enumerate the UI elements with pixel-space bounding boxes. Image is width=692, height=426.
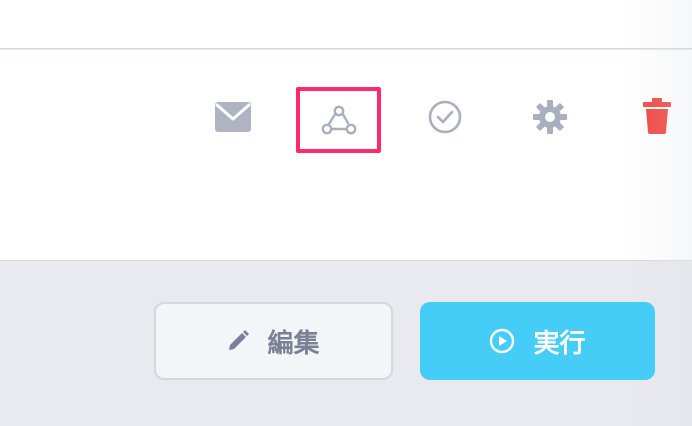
pencil-icon — [227, 330, 250, 352]
run-button[interactable]: 実行 — [420, 302, 655, 380]
trash-icon — [643, 98, 671, 134]
delete-button[interactable] — [636, 94, 678, 138]
mail-button[interactable] — [212, 96, 254, 138]
item-card — [0, 50, 692, 261]
webhook-icon — [321, 105, 356, 135]
settings-button[interactable] — [529, 96, 571, 138]
edit-button[interactable]: 編集 — [154, 302, 393, 380]
gear-icon — [533, 100, 567, 134]
top-panel — [0, 0, 692, 49]
webhook-button[interactable] — [296, 87, 381, 153]
edit-button-label: 編集 — [267, 328, 320, 359]
mail-icon — [215, 102, 251, 132]
schedule-button[interactable] — [424, 96, 466, 138]
play-circle-icon — [489, 328, 515, 354]
run-button-label: 実行 — [533, 328, 586, 359]
clock-icon — [428, 100, 462, 134]
